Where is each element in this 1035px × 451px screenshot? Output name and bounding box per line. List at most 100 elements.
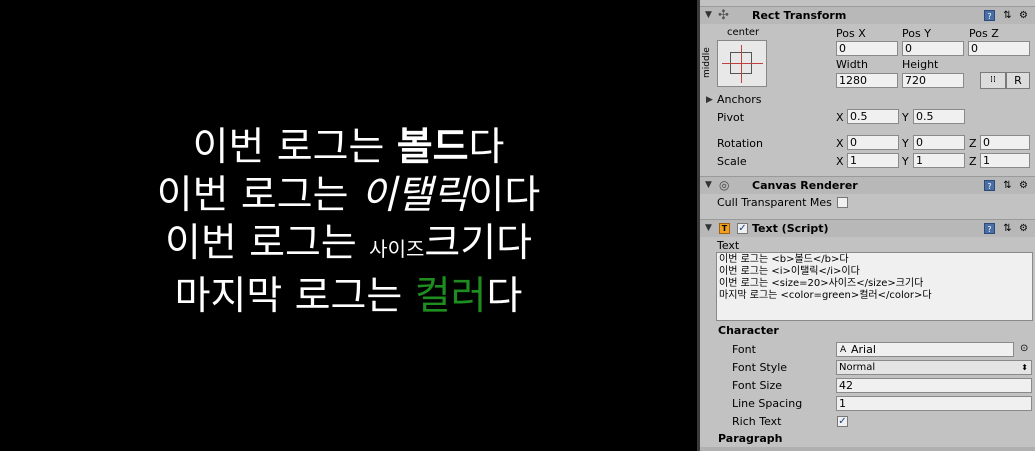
text-line-color-suffix: 다 (486, 274, 523, 319)
font-style-label: Font Style (732, 361, 788, 374)
canvas-renderer-header[interactable]: ▼ ◎ Canvas Renderer ? ⇅ ⚙ (700, 176, 1035, 194)
anchor-preset-top-label: center (727, 27, 760, 38)
text-line-italic-prefix: 이번 로그는 (156, 173, 361, 218)
height-field[interactable]: 720 (902, 73, 964, 88)
scale-y-field[interactable]: 1 (913, 153, 965, 168)
blueprint-mode-button[interactable]: ⁞⁞ (980, 72, 1006, 89)
text-enabled-checkbox[interactable]: ✓ (737, 223, 748, 234)
anchor-preset-button[interactable] (717, 40, 767, 87)
rotation-y-field[interactable]: 0 (913, 135, 965, 150)
collapse-arrow-icon[interactable]: ▼ (705, 223, 712, 233)
line-spacing-label: Line Spacing (732, 397, 803, 410)
cull-transparent-label: Cull Transparent Mes (717, 196, 832, 209)
pivot-x-label: X (836, 111, 844, 124)
help-book-icon[interactable]: ? (984, 10, 995, 21)
rotation-x-field[interactable]: 0 (847, 135, 899, 150)
scale-y-label: Y (902, 155, 909, 168)
preset-icon[interactable]: ⇅ (1002, 180, 1013, 191)
rotation-x-label: X (836, 137, 844, 150)
text-line-size-prefix: 이번 로그는 (164, 221, 370, 266)
text-line-size-suffix: 크기다 (424, 221, 533, 266)
preset-icon[interactable]: ⇅ (1002, 223, 1013, 234)
anchor-vertical-line (741, 45, 742, 83)
text-line-italic: 이번 로그는 이탤릭이다 (0, 172, 697, 220)
text-label: Text (717, 239, 740, 252)
character-section-label: Character (718, 324, 779, 337)
rect-transform-header[interactable]: ▼ ✣ Rect Transform ? ⇅ ⚙ (700, 6, 1035, 24)
game-text: 이번 로그는 볼드다 이번 로그는 이탤릭이다 이번 로그는 사이즈크기다 마지… (0, 124, 697, 321)
text-component-icon: T (719, 223, 730, 234)
anchors-label[interactable]: Anchors (717, 93, 762, 106)
pos-x-field[interactable]: 0 (836, 41, 898, 56)
text-area-line: 이번 로그는 <size=20>사이즈</size>크기다 (719, 278, 924, 289)
scale-x-field[interactable]: 1 (847, 153, 899, 168)
anchor-preset-side-label: middle (702, 47, 712, 78)
help-book-icon[interactable]: ? (984, 223, 995, 234)
gear-icon[interactable]: ⚙ (1018, 223, 1029, 234)
rect-transform-icon: ✣ (718, 8, 729, 23)
pivot-y-label: Y (902, 111, 909, 124)
gear-icon[interactable]: ⚙ (1018, 10, 1029, 21)
raw-edit-button[interactable]: R (1006, 72, 1030, 89)
width-field[interactable]: 1280 (836, 73, 898, 88)
text-line-bold: 이번 로그는 볼드다 (0, 124, 697, 172)
pos-y-label: Pos Y (902, 27, 931, 40)
width-label: Width (836, 58, 868, 71)
cull-transparent-checkbox[interactable] (837, 197, 848, 208)
anchors-expand-icon[interactable]: ▶ (706, 95, 713, 105)
text-line-size: 이번 로그는 사이즈크기다 (0, 220, 697, 273)
rotation-z-field[interactable]: 0 (980, 135, 1030, 150)
pivot-x-field[interactable]: 0.5 (847, 109, 899, 124)
rich-text-checkbox[interactable]: ✓ (837, 416, 848, 427)
line-spacing-field[interactable]: 1 (836, 396, 1032, 411)
gear-icon[interactable]: ⚙ (1018, 180, 1029, 191)
component-title: Text (Script) (752, 222, 829, 235)
paragraph-section-label: Paragraph (718, 432, 783, 445)
text-line-bold-suffix: 다 (468, 125, 505, 170)
scale-z-label: Z (969, 155, 977, 168)
collapse-arrow-icon[interactable]: ▼ (705, 10, 712, 20)
font-label: Font (732, 343, 756, 356)
italic-word: 이탤릭 (360, 173, 469, 218)
text-area-line: 이번 로그는 <i>이탤릭</i>이다 (719, 266, 860, 277)
component-title: Rect Transform (752, 9, 847, 22)
dropdown-arrow-icon: ⬍ (1021, 363, 1028, 372)
font-style-value: Normal (839, 362, 876, 373)
text-line-color: 마지막 로그는 컬러다 (0, 273, 697, 321)
small-word: 사이즈 (369, 237, 425, 261)
bold-word: 볼드 (396, 125, 469, 170)
text-area-line: 이번 로그는 <b>볼드</b>다 (719, 254, 849, 265)
green-word: 컬러 (414, 274, 487, 319)
inspector-panel: ▼ ✣ Rect Transform ? ⇅ ⚙ center middle P… (700, 0, 1035, 451)
rotation-y-label: Y (902, 137, 909, 150)
collapse-arrow-icon[interactable]: ▼ (705, 180, 712, 190)
game-view: 이번 로그는 볼드다 이번 로그는 이탤릭이다 이번 로그는 사이즈크기다 마지… (0, 0, 697, 451)
help-book-icon[interactable]: ? (984, 180, 995, 191)
text-line-color-prefix: 마지막 로그는 (174, 274, 415, 319)
preset-icon[interactable]: ⇅ (1002, 10, 1013, 21)
text-area-line: 마지막 로그는 <color=green>컬러</color>다 (719, 290, 932, 301)
font-field[interactable]: A Arial (836, 342, 1014, 357)
eye-icon: ◎ (719, 178, 730, 192)
pos-y-field[interactable]: 0 (902, 41, 964, 56)
rotation-z-label: Z (969, 137, 977, 150)
pivot-y-field[interactable]: 0.5 (913, 109, 965, 124)
font-value: Arial (851, 343, 876, 356)
font-size-field[interactable]: 42 (836, 378, 1032, 393)
scroll-edge (700, 447, 1035, 451)
font-asset-icon: A (840, 345, 847, 355)
pos-z-label: Pos Z (969, 27, 999, 40)
font-style-dropdown[interactable]: Normal ⬍ (836, 360, 1032, 375)
rotation-label: Rotation (717, 137, 764, 150)
rich-text-label: Rich Text (732, 415, 782, 428)
scale-x-label: X (836, 155, 844, 168)
text-line-italic-suffix: 이다 (468, 173, 541, 218)
text-script-header[interactable]: ▼ T ✓ Text (Script) ? ⇅ ⚙ (700, 219, 1035, 237)
text-line-bold-prefix: 이번 로그는 (192, 125, 397, 170)
pivot-label: Pivot (717, 111, 745, 124)
scale-z-field[interactable]: 1 (980, 153, 1030, 168)
object-picker-icon[interactable]: ⊙ (1020, 343, 1028, 354)
text-area[interactable]: 이번 로그는 <b>볼드</b>다 이번 로그는 <i>이탤릭</i>이다 이번… (716, 252, 1033, 321)
pos-z-field[interactable]: 0 (968, 41, 1030, 56)
anchor-horizontal-line (722, 63, 763, 64)
